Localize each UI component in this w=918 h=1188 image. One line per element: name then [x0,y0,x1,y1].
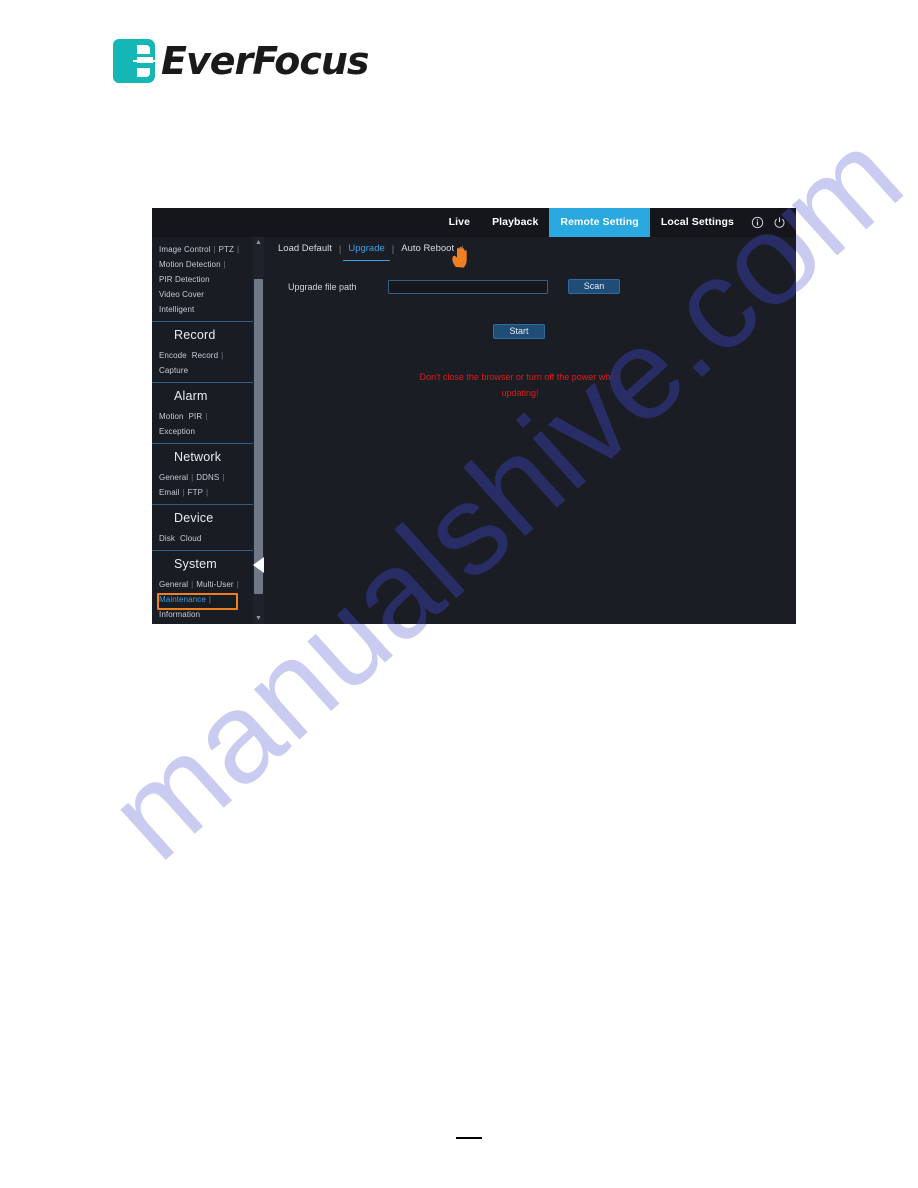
start-button[interactable]: Start [493,324,545,339]
sidebar-item-pir-detection[interactable]: PIR Detection [159,275,210,284]
sidebar-section-title-system: System [174,557,217,571]
sidebar-item-cloud[interactable]: Cloud [180,534,201,543]
sidebar-row: Video Cover [159,287,264,302]
sidebar-section-alarm: Alarm Motion PIR | Exception [152,382,264,443]
sidebar-item-maintenance[interactable]: Maintenance [159,595,206,604]
sidebar-section-title-device: Device [174,511,214,525]
sidebar-row: Disk Cloud [159,531,264,546]
sidebar-section-record: Record Encode Record | Capture [152,321,264,382]
app-body: Image Control | PTZ | Motion Detection | PIR… [152,237,796,624]
sidebar-row: General | Multi-User | [159,580,239,589]
sidebar-item-motion-detection[interactable]: Motion Detection [159,260,221,269]
scan-button[interactable]: Scan [568,279,620,294]
settings-content-panel: Load Default | Upgrade | Auto Reboot | U… [264,237,796,624]
sidebar-row: Intelligent [159,302,264,317]
upgrade-path-input[interactable] [388,279,548,294]
chevron-up-icon[interactable]: ▲ [253,237,264,248]
upgrade-form: Upgrade file path Scan Start [264,261,796,339]
power-icon[interactable] [769,208,789,237]
sidebar-item-exception[interactable]: Exception [159,427,195,436]
sidebar-section-device: Device Disk Cloud [152,504,264,550]
system-pointer-triangle [253,557,264,573]
sidebar-section-network: Network General | DDNS | Email | FTP | [152,443,264,504]
sidebar-item-ftp[interactable]: FTP [188,488,203,497]
sidebar-item-general-system[interactable]: General [159,580,188,589]
everfocus-logo: EverFocus [113,38,370,84]
nav-item-live[interactable]: Live [438,208,481,237]
sidebar-item-video-cover[interactable]: Video Cover [159,290,204,299]
sidebar-row: Exception [159,424,264,439]
maintenance-tab-row: Load Default | Upgrade | Auto Reboot | [264,237,796,261]
sidebar-section-title-record: Record [174,328,216,342]
sidebar-item-multi-user[interactable]: Multi-User [196,580,233,589]
nvr-web-interface: Live Playback Remote Setting Local Setti… [152,208,796,624]
sidebar-section-title-network: Network [174,450,222,464]
sidebar-section-camera: Image Control | PTZ | Motion Detection | PIR… [152,237,264,321]
sidebar-item-record[interactable]: Record [192,351,218,360]
sidebar-scrollbar-thumb[interactable] [254,279,263,594]
sidebar-row: Image Control | PTZ | [159,245,240,254]
sidebar-row: Maintenance | [159,595,211,604]
sidebar-item-ptz[interactable]: PTZ [219,245,234,254]
top-navigation-bar: Live Playback Remote Setting Local Setti… [152,208,796,237]
sidebar-item-capture[interactable]: Capture [159,366,188,375]
nav-item-local-settings[interactable]: Local Settings [650,208,745,237]
info-circle-icon[interactable] [747,208,767,237]
sidebar-item-intelligent[interactable]: Intelligent [159,305,194,314]
sidebar-row: Motion Detection | [159,260,226,269]
sidebar-row: Email | FTP | [159,488,209,497]
tab-separator: | [461,243,464,255]
sidebar-item-image-control[interactable]: Image Control [159,245,211,254]
everfocus-logo-mark [113,39,155,83]
everfocus-wordmark: EverFocus [161,39,370,83]
sidebar-row: PIR Detection [159,272,264,287]
sidebar-item-ddns[interactable]: DDNS [196,473,219,482]
sidebar-section-system: System General | Multi-User | Maintenance | … [152,550,264,624]
nav-item-playback[interactable]: Playback [481,208,549,237]
sidebar-row: Encode Record | [159,351,224,360]
sidebar-item-pir[interactable]: PIR [189,412,203,421]
tab-load-default[interactable]: Load Default [273,238,337,260]
nav-item-remote-setting[interactable]: Remote Setting [549,208,650,237]
settings-sidebar: Image Control | PTZ | Motion Detection | PIR… [152,237,264,624]
sidebar-item-encode[interactable]: Encode [159,351,187,360]
sidebar-row: Motion PIR | [159,412,208,421]
sidebar-item-information[interactable]: Information [159,610,200,619]
start-button-row: Start [264,324,796,339]
tab-auto-reboot[interactable]: Auto Reboot [396,238,459,260]
tab-upgrade[interactable]: Upgrade [343,238,390,261]
sidebar-row: Information [159,607,264,622]
sidebar-item-motion[interactable]: Motion [159,412,184,421]
upgrade-warning-line-1: Don't close the browser or turn off the … [419,372,621,382]
sidebar-row: Capture [159,363,264,378]
sidebar-row: General | DDNS | [159,473,225,482]
chevron-down-icon[interactable]: ▼ [253,613,264,624]
sidebar-item-disk[interactable]: Disk [159,534,175,543]
upgrade-path-label: Upgrade file path [288,281,357,292]
sidebar-item-general-network[interactable]: General [159,473,188,482]
upgrade-path-row: Upgrade file path Scan [264,279,796,294]
footer-rule [456,1137,482,1139]
sidebar-item-email[interactable]: Email [159,488,180,497]
sidebar-section-title-alarm: Alarm [174,389,208,403]
upgrade-warning-line-2: updating! [501,388,539,398]
upgrade-warning-message: Don't close the browser or turn off the … [264,369,796,401]
